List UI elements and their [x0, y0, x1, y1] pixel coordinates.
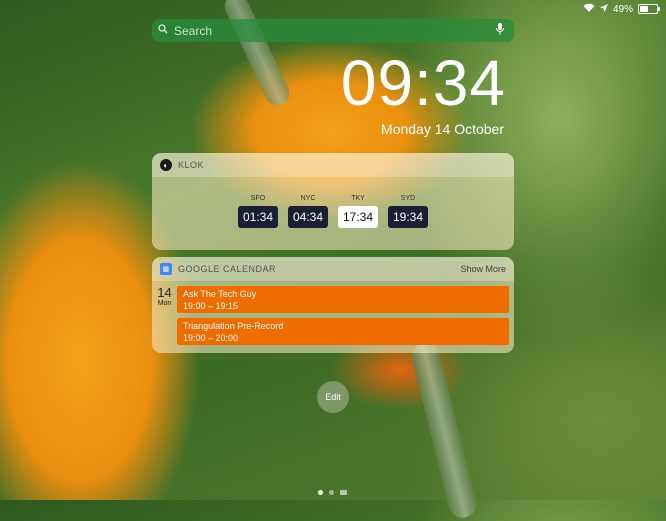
page-dot — [329, 490, 334, 495]
day-name: Mon — [157, 300, 172, 307]
event-name: Ask The Tech Guy — [183, 289, 257, 299]
day-column: 14 Mon — [152, 286, 177, 350]
calendar-event[interactable]: Triangulation Pre-Record 19:00 – 20:00 — [177, 318, 509, 345]
clock-time: 17:34 — [338, 206, 378, 228]
search-input[interactable]: Search — [174, 24, 492, 38]
day-number: 14 — [157, 285, 172, 300]
flower-stem — [220, 0, 294, 110]
calendar-event[interactable]: Ask The Tech Guy 19:00 – 19:15 — [177, 286, 509, 313]
clock-city: SFO — [250, 195, 266, 202]
clock-city: TKY — [351, 195, 365, 202]
calendar-body: 14 Mon Ask The Tech Guy 19:00 – 19:15 Tr… — [152, 281, 514, 350]
edit-widgets-button[interactable]: Edit — [317, 381, 349, 413]
event-name: Triangulation Pre-Record — [183, 321, 284, 331]
clock-nyc[interactable]: NYC 04:34 — [288, 195, 328, 228]
search-bar[interactable]: Search — [152, 19, 514, 42]
lock-date: Monday 14 October — [381, 121, 504, 137]
location-arrow-icon — [599, 3, 608, 15]
battery-icon — [638, 4, 660, 14]
page-dot-active — [318, 490, 323, 495]
widget-title: KLOK — [178, 160, 205, 170]
clock-time: 19:34 — [388, 206, 428, 228]
calendar-app-icon: ▦ — [160, 263, 172, 275]
status-bar: 49% — [583, 2, 660, 16]
event-list: Ask The Tech Guy 19:00 – 19:15 Triangula… — [177, 286, 509, 350]
widget-title: GOOGLE CALENDAR — [178, 264, 277, 274]
clock-sfo[interactable]: SFO 01:34 — [238, 195, 278, 228]
klok-app-icon: ◐ — [160, 159, 172, 171]
widget-header: ▦ GOOGLE CALENDAR Show More — [152, 257, 514, 281]
show-more-button[interactable]: Show More — [460, 264, 506, 274]
lock-time: 09:34 — [340, 47, 506, 119]
event-time: 19:00 – 19:15 — [183, 301, 239, 311]
clock-syd[interactable]: SYD 19:34 — [388, 195, 428, 228]
camera-icon — [340, 490, 347, 495]
widget-header: ◐ KLOK — [152, 153, 514, 177]
clock-time: 01:34 — [238, 206, 278, 228]
page-indicator — [318, 490, 347, 495]
battery-percent: 49% — [612, 3, 633, 15]
search-icon — [158, 24, 174, 37]
world-clocks: SFO 01:34 NYC 04:34 TKY 17:34 SYD 19:34 — [152, 195, 514, 228]
clock-city: SYD — [400, 195, 416, 202]
google-calendar-widget[interactable]: ▦ GOOGLE CALENDAR Show More 14 Mon Ask T… — [152, 257, 514, 353]
event-time: 19:00 – 20:00 — [183, 333, 239, 343]
klok-widget[interactable]: ◐ KLOK SFO 01:34 NYC 04:34 TKY 17:34 SYD… — [152, 153, 514, 250]
clock-time: 04:34 — [288, 206, 328, 228]
microphone-icon[interactable] — [492, 23, 508, 38]
clock-tky[interactable]: TKY 17:34 — [338, 195, 378, 228]
flower-stem — [408, 339, 480, 521]
wifi-icon — [583, 3, 595, 15]
clock-city: NYC — [300, 195, 316, 202]
